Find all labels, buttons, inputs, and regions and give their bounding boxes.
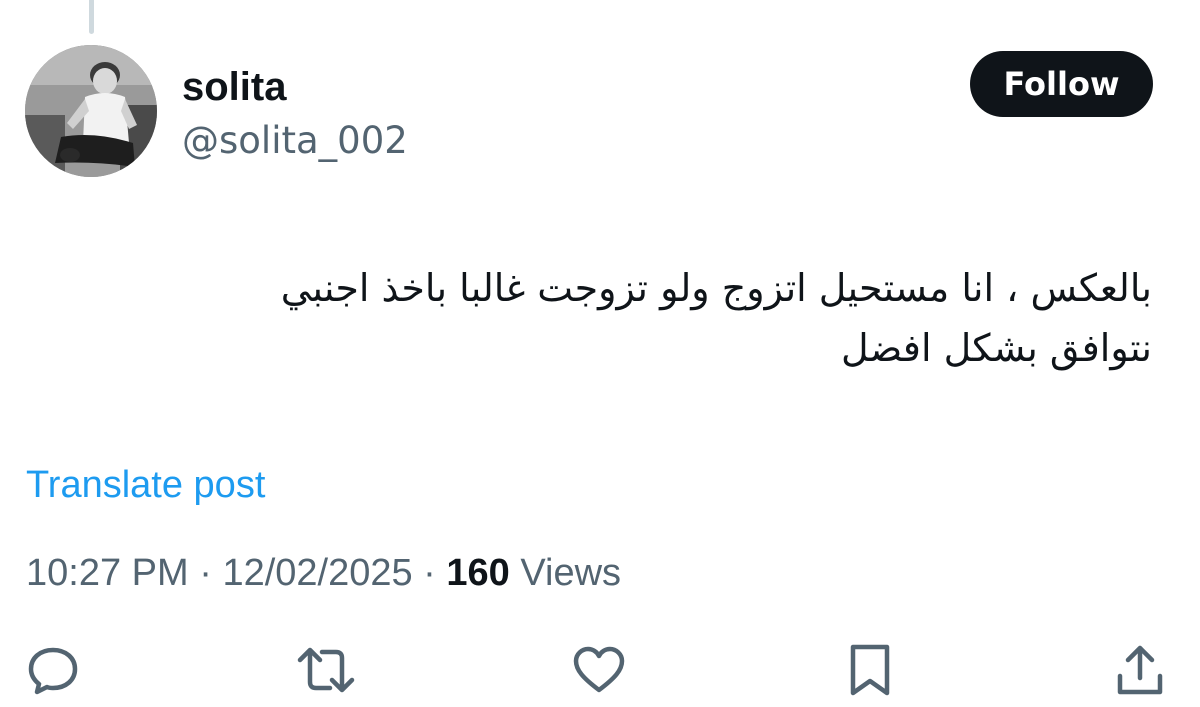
like-icon <box>573 646 625 693</box>
author-handle[interactable]: @solita_002 <box>182 118 408 164</box>
follow-button[interactable]: Follow <box>970 51 1153 117</box>
post-metadata: 10:27 PM · 12/02/2025 · 160 Views <box>26 550 621 596</box>
tweet-card: solita @solita_002 Follow بالعكس ، انا م… <box>0 0 1200 707</box>
post-time[interactable]: 10:27 PM <box>26 552 189 594</box>
meta-separator: · <box>188 552 223 594</box>
thread-connector-line <box>89 0 94 34</box>
author-display-name[interactable]: solita <box>182 64 286 110</box>
translate-post-link[interactable]: Translate post <box>26 462 265 508</box>
like-button[interactable] <box>569 642 629 698</box>
share-button[interactable] <box>1110 642 1170 698</box>
avatar-photo <box>25 45 157 177</box>
repost-button[interactable] <box>296 642 356 698</box>
avatar[interactable] <box>25 45 157 177</box>
bookmark-icon <box>850 644 890 696</box>
post-date[interactable]: 12/02/2025 <box>222 552 412 594</box>
post-text: بالعكس ، انا مستحيل اتزوج ولو تزوجت غالب… <box>280 266 1152 370</box>
action-bar <box>0 642 1200 698</box>
repost-icon <box>297 647 355 693</box>
bookmark-button[interactable] <box>840 642 900 698</box>
views-label: Views <box>509 552 622 594</box>
share-icon <box>1117 645 1163 695</box>
meta-separator: · <box>412 552 447 594</box>
reply-button[interactable] <box>23 642 83 698</box>
views-count: 160 <box>446 552 510 594</box>
reply-icon <box>28 647 78 695</box>
